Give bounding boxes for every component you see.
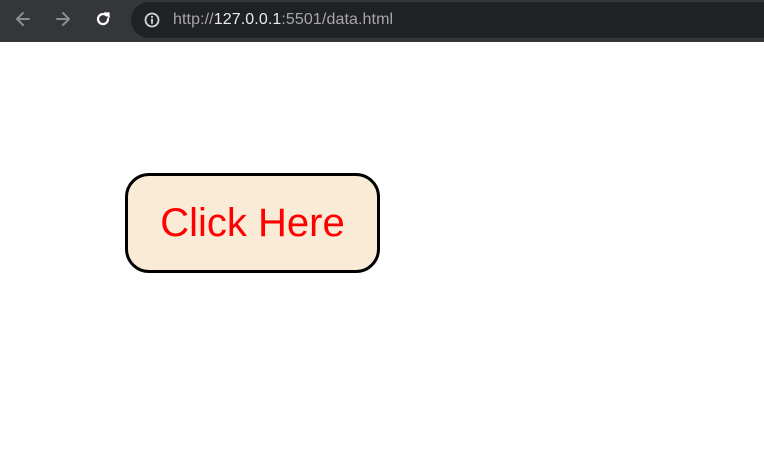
page-content: Click Here	[0, 42, 764, 468]
url-text[interactable]: http://127.0.0.1:5501/data.html	[173, 10, 393, 30]
url-scheme: http://	[173, 11, 214, 28]
info-icon[interactable]	[144, 12, 160, 28]
back-button[interactable]	[9, 7, 37, 35]
arrow-right-icon	[53, 9, 73, 34]
click-here-button[interactable]: Click Here	[125, 173, 380, 273]
reload-icon	[93, 9, 113, 34]
address-bar[interactable]: http://127.0.0.1:5501/data.html	[131, 2, 764, 38]
browser-toolbar: http://127.0.0.1:5501/data.html	[0, 0, 764, 42]
reload-button[interactable]	[89, 7, 117, 35]
url-host: 127.0.0.1	[213, 11, 282, 28]
url-path: :5501/data.html	[281, 11, 394, 28]
arrow-left-icon	[13, 9, 33, 34]
forward-button[interactable]	[49, 7, 77, 35]
